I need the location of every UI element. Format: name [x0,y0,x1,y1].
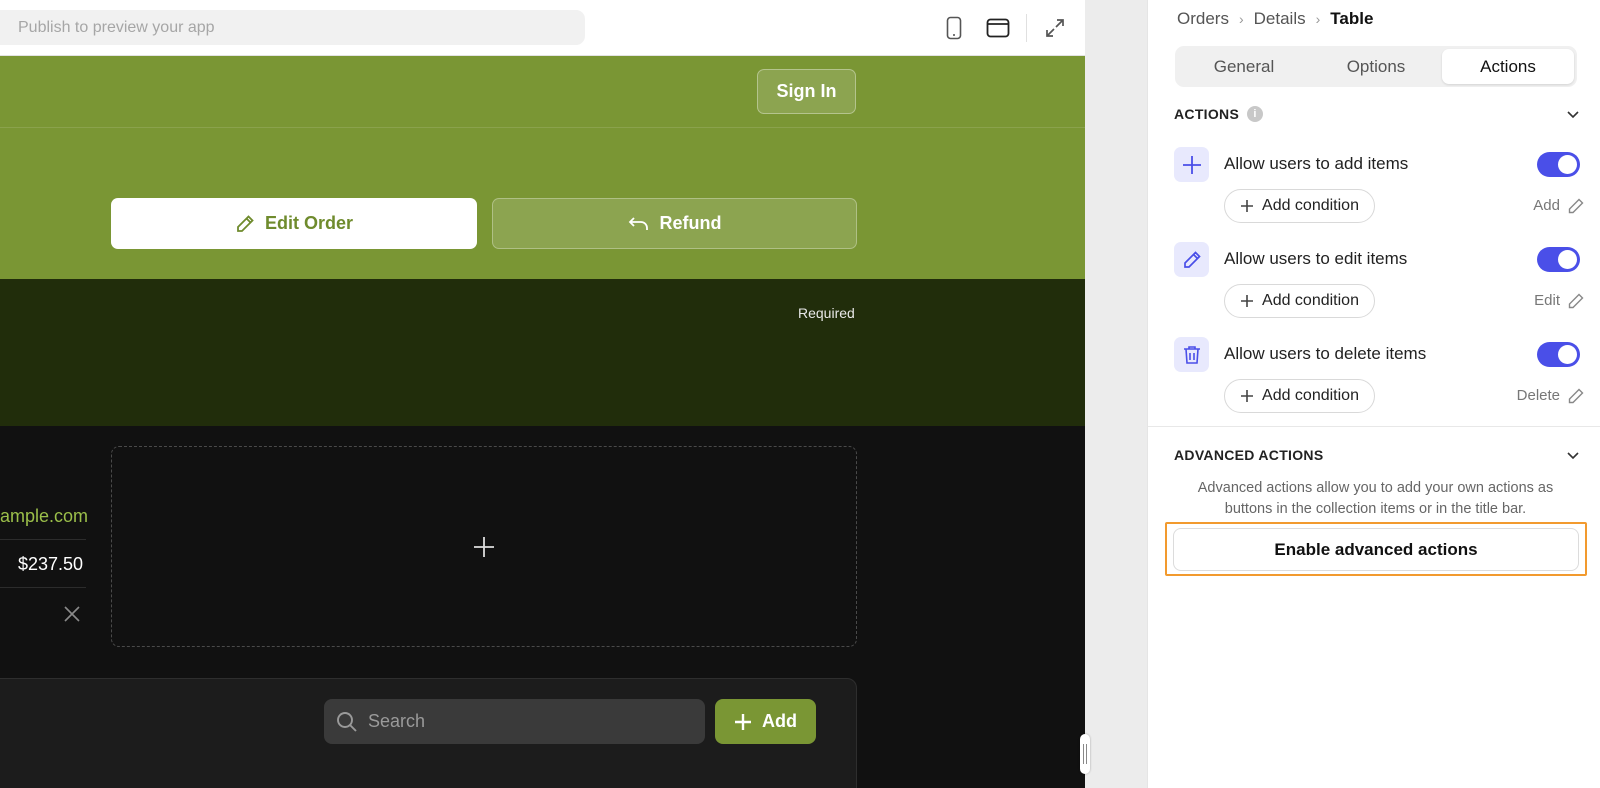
edit-order-label: Edit Order [264,213,353,233]
toolbar-divider [1026,14,1027,42]
plus-icon [1241,295,1254,307]
add-button[interactable]: Add [715,699,816,744]
add-condition-button[interactable]: Add condition [1224,189,1375,223]
required-label: Required [798,305,855,321]
pencil-icon [1568,198,1584,213]
chevron-down-icon[interactable] [1566,107,1580,121]
app-preview: Publish to preview your app Sign In Edit… [0,0,1085,788]
panel-tabs: General Options Actions [1175,46,1577,87]
hero-divider [0,127,1085,128]
action-label: Allow users to edit items [1224,249,1408,268]
action-name-edit[interactable]: Delete [1517,387,1584,404]
plus-icon [474,536,494,557]
pencil-icon [1568,388,1584,403]
preview-url-bar[interactable]: Publish to preview your app [0,10,585,45]
actions-heading: ACTIONS [1174,106,1240,122]
action-name: Add [1533,197,1560,214]
plus-icon [1241,390,1254,402]
pencil-icon [1568,293,1584,308]
action-name: Delete [1516,387,1560,404]
add-label: Add [762,711,797,731]
undo-icon [628,216,648,230]
breadcrumb: Orders › Details › Table [1177,8,1373,30]
phone-icon[interactable] [940,14,968,42]
tab-options[interactable]: Options [1310,49,1442,84]
section-divider [1148,426,1600,427]
hero-section: Sign In Edit Order Refund [0,56,1085,279]
enable-advanced-actions-button[interactable]: Enable advanced actions [1173,528,1579,571]
chevron-down-icon[interactable] [1566,448,1580,462]
refund-button[interactable]: Refund [492,198,857,249]
amount-value: $237.50 [18,554,84,574]
empty-component-slot[interactable] [111,446,857,647]
row-divider [0,539,86,540]
add-condition-label: Add condition [1262,197,1359,214]
delete-items-toggle[interactable] [1537,342,1580,367]
info-icon[interactable]: i [1247,106,1264,122]
advanced-actions-description: Advanced actions allow you to add your o… [1197,480,1554,517]
tab-actions[interactable]: Actions [1442,49,1574,84]
chevron-right-icon: › [1315,11,1321,27]
add-items-toggle[interactable] [1537,152,1580,177]
pencil-icon [237,214,254,232]
edit-order-button[interactable]: Edit Order [111,198,477,249]
edit-items-toggle[interactable] [1537,247,1580,272]
add-condition-button[interactable]: Add condition [1224,379,1375,413]
plus-icon [1241,200,1254,212]
detail-content: ample.com $237.50 Search Add [0,426,1085,788]
row-divider [0,587,86,588]
add-condition-label: Add condition [1262,387,1359,404]
tab-general[interactable]: General [1178,49,1310,84]
action-label: Allow users to add items [1224,154,1409,173]
breadcrumb-table: Table [1330,9,1374,28]
action-name-edit[interactable]: Add [1533,197,1584,214]
advanced-actions-section-title[interactable]: ADVANCED ACTIONS [1174,447,1323,463]
add-condition-label: Add condition [1262,292,1359,309]
expand-icon[interactable] [1041,14,1069,42]
chevron-right-icon: › [1238,11,1244,27]
tablet-icon[interactable] [984,14,1012,42]
add-condition-button[interactable]: Add condition [1224,284,1375,318]
search-icon [337,711,357,732]
preview-toolbar: Publish to preview your app [0,0,1085,56]
refund-label: Refund [659,213,722,233]
breadcrumb-orders[interactable]: Orders [1177,9,1229,29]
pencil-icon [1174,242,1209,277]
plus-icon [1174,147,1209,182]
plus-icon [735,713,751,730]
action-name: Edit [1534,292,1560,309]
breadcrumb-details[interactable]: Details [1254,9,1306,29]
advanced-actions-heading: ADVANCED ACTIONS [1174,447,1324,463]
close-icon[interactable] [62,604,82,629]
preview-resize-handle[interactable] [1080,734,1090,774]
actions-section-title[interactable]: ACTIONS i [1174,106,1264,122]
search-input[interactable]: Search [324,699,705,744]
trash-icon [1174,337,1209,372]
form-section: Required [0,279,1085,426]
search-placeholder: Search [368,711,426,731]
sign-in-button[interactable]: Sign In [757,69,856,114]
properties-panel: Orders › Details › Table General Options… [1147,0,1600,788]
email-link[interactable]: ample.com [0,506,88,527]
action-label: Allow users to delete items [1224,344,1427,363]
collection-panel: Search Add [0,678,857,788]
action-name-edit[interactable]: Edit [1534,292,1584,309]
